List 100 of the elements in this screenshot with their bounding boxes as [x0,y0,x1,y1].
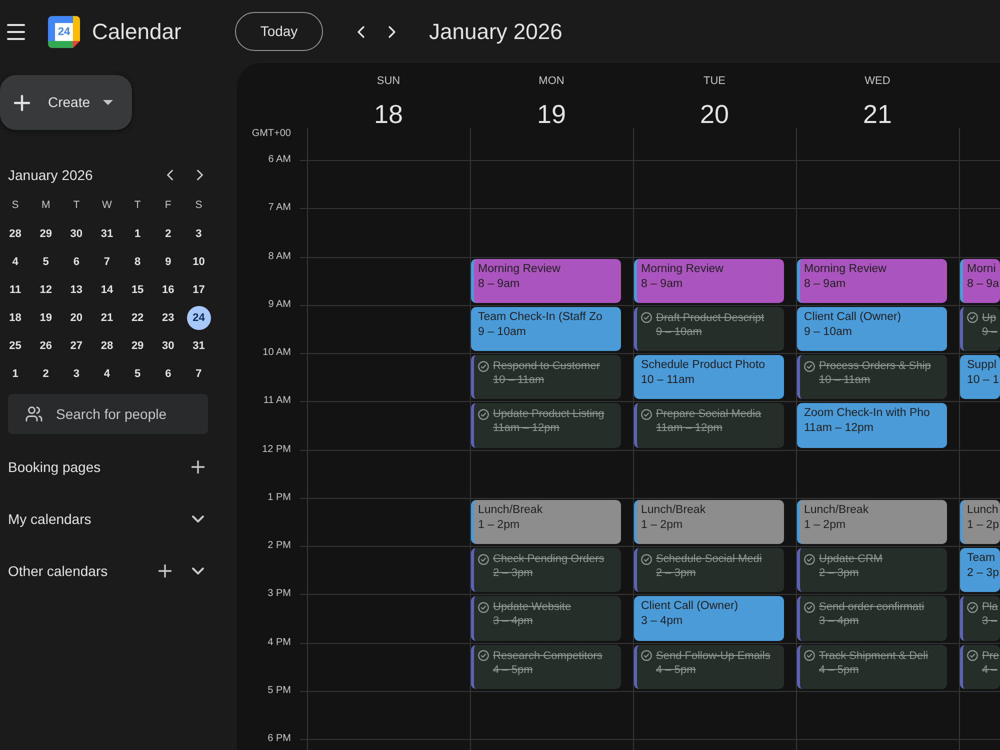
mini-calendar-day[interactable]: 5 [126,362,150,386]
time-label: 5 PM [268,684,291,698]
mini-calendar-day[interactable]: 31 [94,222,119,246]
event-card[interactable]: Client Call (Owner) 9 – 10am [797,306,947,351]
mini-calendar-day[interactable]: 10 [186,250,211,274]
date-range-title: January 2026 [429,18,562,46]
task-time: 3 – [982,614,998,630]
date-number[interactable]: 20 [700,98,729,130]
event-card[interactable]: Morning Review 8 – 9am [471,258,621,303]
mini-calendar-day[interactable]: 22 [126,306,150,330]
create-button[interactable]: Create [0,75,132,130]
time-label: 7 AM [268,201,291,216]
event-time: 10 – 11am [641,373,694,388]
mini-calendar-day[interactable]: 4 [3,250,28,274]
event-title: Lunch [967,502,998,518]
check-circle-icon [804,554,815,564]
mini-calendar-day[interactable]: 15 [126,278,150,302]
mini-calendar-day[interactable]: 29 [34,222,58,246]
mini-calendar-day[interactable]: 1 [126,222,150,246]
task-card[interactable]: Update Website 3 – 4pm [471,596,621,640]
mini-calendar-day[interactable]: 6 [64,250,88,274]
mini-calendar-day[interactable]: 1 [3,362,28,386]
mini-calendar-day[interactable]: 9 [156,250,180,274]
task-card[interactable]: Pre 4 – [960,644,1000,689]
mini-calendar-day[interactable]: 17 [186,278,211,302]
mini-calendar-day[interactable]: 7 [94,250,119,274]
task-time: 2 – 3pm [819,566,859,581]
mini-calendar-day[interactable]: 2 [156,222,180,246]
task-card[interactable]: Send order confirmati 3 – 4pm [797,596,947,640]
event-card[interactable]: Morni 8 – 9a [960,258,1000,303]
event-time: 11am – 12pm [804,421,874,436]
mini-calendar-day[interactable]: 28 [3,222,28,246]
mini-calendar-day[interactable]: 7 [186,362,211,386]
mini-calendar-day[interactable]: 23 [156,306,180,330]
event-card[interactable]: Team Check-In (Staff Zo 9 – 10am [471,306,621,351]
mini-calendar-day[interactable]: 25 [3,334,28,358]
task-card[interactable]: Prepare Social Media 11am – 12pm [634,403,784,448]
mini-calendar-day[interactable]: 24 [186,306,211,330]
mini-calendar-day[interactable]: 28 [94,334,119,358]
date-number[interactable]: 19 [537,98,566,130]
mini-calendar-day[interactable]: 20 [64,306,88,330]
event-title: Morning Review [804,262,886,276]
mini-calendar-day[interactable]: 16 [156,278,180,302]
event-card[interactable]: Zoom Check-In with Pho 11am – 12pm [797,403,947,448]
mini-calendar-day[interactable]: 30 [64,222,88,246]
task-card[interactable]: Research Competitors 4 – 5pm [471,644,621,689]
check-circle-icon [478,408,489,420]
task-card[interactable]: Update CRM 2 – 3pm [797,548,947,592]
mini-calendar-day[interactable]: 19 [34,306,58,330]
date-number[interactable]: 18 [374,98,403,130]
mini-calendar-day[interactable]: 27 [64,334,88,358]
mini-calendar-day[interactable]: 2 [34,362,58,386]
mini-calendar-day[interactable]: 26 [34,334,58,358]
task-time: 2 – 3pm [493,566,533,581]
task-card[interactable]: Draft Product Descript 9 – 10am [634,306,784,351]
event-card[interactable]: Client Call (Owner) 3 – 4pm [634,596,784,640]
mini-calendar-day[interactable]: 29 [126,334,150,358]
task-card[interactable]: Track Shipment & Deli 4 – 5pm [797,644,947,689]
event-card[interactable]: Lunch/Break 1 – 2pm [471,500,621,544]
event-card[interactable]: Lunch/Break 1 – 2pm [634,500,784,544]
event-time: 8 – 9a [967,276,999,292]
event-card[interactable]: Schedule Product Photo 10 – 11am [634,355,784,400]
task-card[interactable]: Up 9 – [960,306,1000,351]
today-button[interactable]: Today [235,12,323,51]
date-number[interactable]: 21 [863,98,892,130]
task-card[interactable]: Send Follow-Up Emails 4 – 5pm [634,644,784,689]
mini-calendar-day[interactable]: 8 [126,250,150,274]
people-search-field[interactable]: Search for people [8,394,208,434]
mini-calendar-day[interactable]: 11 [3,278,28,302]
task-title: Research Competitors [493,648,602,662]
task-card[interactable]: Schedule Social Medi 2 – 3pm [634,548,784,592]
task-card[interactable]: Pla 3 – [960,596,1000,640]
task-card[interactable]: Update Product Listing 11am – 12pm [471,403,621,448]
mini-calendar-day[interactable]: 31 [186,334,211,358]
mini-calendar-day[interactable]: 21 [94,306,119,330]
task-card[interactable]: Respond to Customer 10 – 11am [471,355,621,400]
event-card[interactable]: Morning Review 8 – 9am [797,258,947,303]
check-circle-icon [804,360,815,372]
mini-calendar-day[interactable]: 4 [94,362,119,386]
event-time: 8 – 9am [478,276,520,292]
event-card[interactable]: Suppl 10 – 1 [960,355,1000,400]
mini-calendar-day[interactable]: 18 [3,306,28,330]
task-title: Pla [982,600,998,614]
mini-calendar-day[interactable]: 3 [64,362,88,386]
mini-calendar-day[interactable]: 14 [94,278,119,302]
mini-calendar-day[interactable]: 3 [186,222,211,246]
event-time: 1 – 2pm [641,518,683,533]
event-card[interactable]: Team 2 – 3p [960,548,1000,592]
task-card[interactable]: Process Orders & Ship 10 – 11am [797,355,947,400]
mini-calendar-day[interactable]: 5 [34,250,58,274]
mini-calendar-day[interactable]: 12 [34,278,58,302]
event-card[interactable]: Lunch/Break 1 – 2pm [797,500,947,544]
task-card[interactable]: Check Pending Orders 2 – 3pm [471,548,621,592]
event-card[interactable]: Morning Review 8 – 9am [634,258,784,303]
mini-calendar-day[interactable]: 13 [64,278,88,302]
mini-calendar-day[interactable]: 6 [156,362,180,386]
event-card[interactable]: Lunch 1 – 2p [960,500,1000,544]
mini-calendar-day[interactable]: 30 [156,334,180,358]
event-time: 8 – 9am [641,276,683,292]
check-circle-icon [641,408,652,420]
